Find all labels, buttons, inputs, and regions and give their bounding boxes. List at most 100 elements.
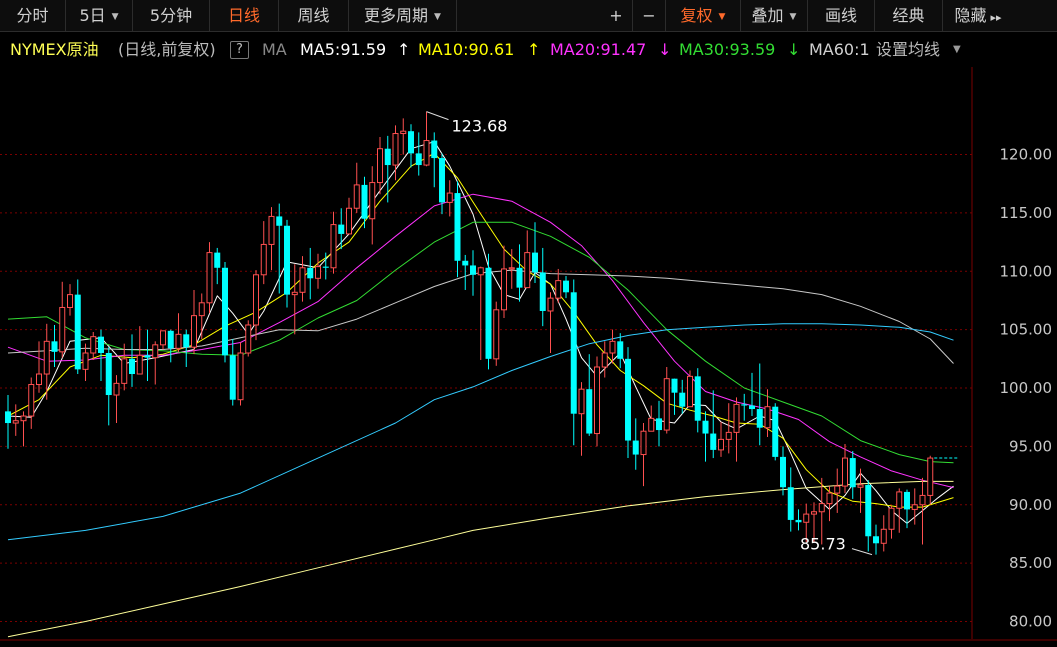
candle-body [191, 315, 197, 348]
candle-body [880, 528, 887, 544]
candle-body [617, 341, 624, 359]
candle-body [873, 536, 879, 544]
candle-body [338, 224, 345, 234]
candle-body [67, 294, 73, 308]
ma30-arrow-icon: ↓ [787, 40, 801, 59]
candle-body [431, 140, 438, 159]
tab-more-periods-button[interactable]: 更多周期 ▼ [349, 0, 457, 31]
candle-body [400, 130, 407, 135]
candle-body [694, 376, 701, 421]
ma-settings-caret-icon[interactable]: ▼ [953, 33, 961, 67]
tab-daily-button[interactable]: 日线 [210, 0, 279, 31]
ma20-arrow-icon: ↓ [658, 40, 672, 59]
y-tick-label: 95.00 [1009, 437, 1052, 455]
candle-body [12, 420, 19, 424]
candle-body [749, 405, 755, 410]
tab-5min-label: 5分钟 [149, 6, 193, 25]
overlay-button[interactable]: 叠加 ▼ [741, 0, 808, 31]
candle-body [36, 373, 42, 386]
candle-body [640, 430, 647, 456]
ma-label[interactable]: MA [262, 33, 287, 67]
candle-body [710, 433, 717, 450]
classic-style-button[interactable]: 经典 [875, 0, 943, 31]
candle-body [392, 133, 399, 166]
candle-body [764, 406, 771, 429]
zoom-out-label: − [642, 6, 656, 25]
candle-body [493, 309, 500, 360]
drawing-tools-button[interactable]: 画线 [808, 0, 875, 31]
zoom-in-button[interactable]: + [600, 0, 633, 31]
caret-down-icon: ▼ [789, 12, 797, 22]
chart-mode: (日线,前复权) [118, 40, 216, 59]
y-tick-label: 100.00 [1000, 379, 1053, 397]
double-chevron-right-icon: ▸▸ [990, 11, 1002, 24]
candle-body [415, 153, 422, 166]
candle-body [322, 266, 329, 268]
candlestick-chart[interactable]: 120.00 115.00 110.00 105.00 100.00 95.00 90.00… [0, 67, 1057, 647]
candle-body [160, 330, 166, 346]
adjust-price-label: 复权 [680, 6, 713, 25]
candle-body [501, 268, 507, 311]
y-tick-label: 85.00 [1009, 554, 1052, 572]
candle-body [175, 333, 182, 349]
tab-weekly-button[interactable]: 周线 [279, 0, 349, 31]
candle-body [51, 341, 58, 352]
ma10-value: MA10:90.61 [418, 40, 515, 59]
candle-body [741, 404, 748, 406]
tab-5day-button[interactable]: 5日 ▼ [66, 0, 133, 31]
candle-body [384, 148, 391, 166]
candle-body [485, 267, 492, 359]
candle-body [795, 519, 802, 523]
candle-body [113, 382, 120, 396]
candle-body [857, 484, 864, 488]
candle-body [214, 252, 221, 268]
candle-body [919, 494, 926, 506]
candle-body [687, 375, 693, 408]
candle-body [454, 193, 461, 261]
min-pointer [851, 548, 873, 556]
candle-body [307, 267, 314, 279]
candle-body [594, 366, 600, 435]
candle-body [663, 378, 670, 431]
y-tick-label: 90.00 [1009, 496, 1052, 514]
candle-body [679, 392, 686, 407]
candle-body [90, 336, 97, 354]
candle-body [222, 267, 228, 356]
help-icon[interactable]: ? [230, 41, 249, 59]
candle-body [702, 420, 709, 434]
tab-weekly-label: 周线 [297, 6, 330, 25]
tab-intraday-label: 分时 [16, 6, 49, 25]
candle-body [5, 411, 11, 424]
tab-intraday-button[interactable]: 分时 [0, 0, 66, 31]
candle-body [586, 389, 593, 434]
ma20-value: MA20:91.47 [550, 40, 647, 59]
candle-body [136, 354, 143, 375]
candle-body [865, 484, 872, 537]
candle-body [927, 457, 934, 496]
hide-panel-button[interactable]: 隐藏 ▸▸ [943, 0, 1013, 31]
tab-more-periods-label: 更多周期 [364, 6, 429, 25]
symbol-name: NYMEX原油 [10, 40, 99, 59]
ma60-value: MA60:1 [809, 40, 870, 59]
adjust-price-button[interactable]: 复权 ▼ [666, 0, 741, 31]
candle-body [74, 294, 81, 370]
candle-body [733, 403, 740, 433]
zoom-out-button[interactable]: − [633, 0, 666, 31]
candle-body [477, 267, 484, 276]
y-tick-label: 110.00 [1000, 262, 1053, 280]
ma-settings-dropdown[interactable]: 设置均线 [876, 33, 940, 67]
tab-5min-button[interactable]: 5分钟 [133, 0, 210, 31]
candle-body [229, 355, 236, 400]
candle-body [20, 415, 27, 422]
candle-body [237, 352, 244, 401]
candle-body [152, 344, 159, 359]
classic-style-label: 经典 [892, 6, 925, 25]
ma5-value: MA5:91.59 [300, 40, 387, 59]
candle-body [632, 440, 639, 455]
candle-body [43, 340, 50, 375]
candle-body [896, 491, 903, 509]
candle-body [82, 352, 89, 370]
toolbar: 分时 5日 ▼ 5分钟 日线 周线 更多周期 ▼ + − 复权 ▼ 叠加 ▼ 画线 经典 隐藏 ▸▸ [0, 0, 1057, 32]
candle-body [284, 225, 290, 295]
candle-body [803, 513, 810, 523]
